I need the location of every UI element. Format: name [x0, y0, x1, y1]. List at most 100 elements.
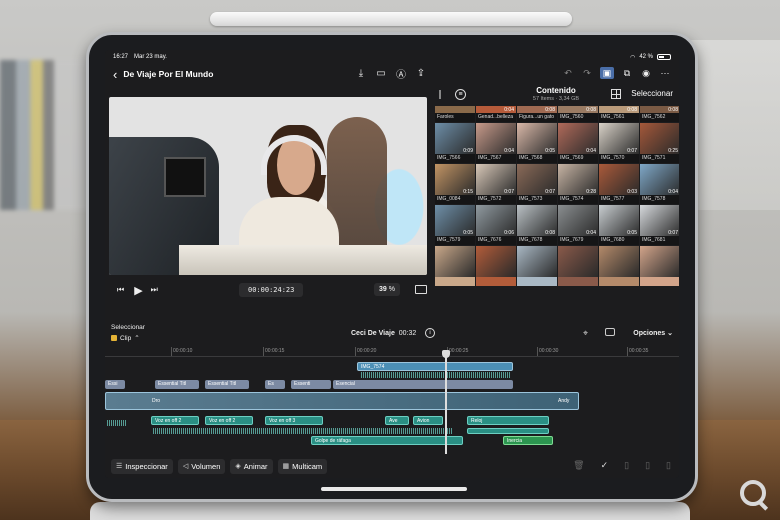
audio-clip[interactable]: Ave	[385, 416, 409, 425]
info-icon[interactable]: i	[425, 328, 435, 338]
project-info: Ceci De Viaje 00:32	[351, 330, 416, 337]
clip-name: IMG_7577	[599, 195, 639, 204]
camera-icon[interactable]: ▭	[375, 67, 387, 79]
title-clip[interactable]: Esencial	[333, 380, 513, 389]
clip-thumbnail[interactable]	[435, 246, 475, 286]
connected-clip[interactable]: IMG_7574	[357, 362, 513, 371]
clip-thumbnail[interactable]: 0:09 IMG_7566	[435, 123, 475, 163]
timeline-header: Seleccionar Clip ⌃ Ceci De Viaje 00:32 i …	[105, 324, 679, 346]
zoom-control[interactable]: 39 %	[374, 283, 400, 296]
trim-icon[interactable]: ▯	[666, 460, 671, 471]
viewer-options-icon[interactable]	[415, 285, 427, 294]
audio-clip-bar[interactable]	[467, 428, 549, 434]
previous-icon[interactable]: ⏮	[117, 285, 124, 295]
ruler-tick: 00:00:30	[536, 347, 559, 356]
photos-icon[interactable]: ▣	[600, 67, 614, 79]
voiceover-icon[interactable]: Ⓐ	[395, 67, 407, 81]
clip-thumbnail[interactable]: 0:05 IMG_7680	[599, 205, 639, 245]
status-bar: 16:27 Mar 23 may. ◠ 42 %	[105, 50, 679, 64]
options-label: Opciones	[633, 330, 666, 337]
clip-thumbnail[interactable]: 0:08 Figura...un gato	[517, 106, 557, 122]
clip-thumbnail[interactable]: 0:04 IMG_7567	[476, 123, 516, 163]
clip-thumbnail[interactable]: 0:15 IMG_0084	[435, 164, 475, 204]
effects-icon[interactable]: ◉	[640, 67, 652, 79]
audio-clip[interactable]: Voz en off 2	[151, 416, 199, 425]
clip-thumbnail[interactable]: 0:08 IMG_7678	[517, 205, 557, 245]
clip-thumbnail[interactable]	[599, 246, 639, 286]
clip-thumbnail[interactable]: 0:08 IMG_7560	[558, 106, 598, 122]
clip-thumbnail[interactable]: 0:08 IMG_7561	[599, 106, 639, 122]
back-icon[interactable]: ‹	[113, 67, 117, 82]
clip-name: IMG_7572	[476, 195, 516, 204]
clip-thumbnail[interactable]: 0:07 IMG_7570	[599, 123, 639, 163]
clip-thumbnail[interactable]: 0:25 IMG_7571	[640, 123, 679, 163]
undo-icon[interactable]: ↶	[562, 67, 574, 79]
clip-name: IMG_7562	[640, 113, 679, 122]
import-icon[interactable]: ⤓	[355, 67, 367, 79]
audio-clip[interactable]: Reloj	[467, 416, 549, 425]
volume-button[interactable]: ◁ Volumen	[177, 458, 226, 474]
nav-right-tools: ↶ ↷ ▣ ⧉ ◉ ⋯	[562, 67, 671, 79]
clip-thumbnail[interactable]: 0:28 IMG_7574	[558, 164, 598, 204]
clip-name: IMG_0084	[435, 195, 475, 204]
clip-thumbnail[interactable]: 0:07 IMG_7681	[640, 205, 679, 245]
ruler-tick: 00:00:20	[354, 347, 377, 356]
music-clip[interactable]: Inercia	[503, 436, 553, 445]
timeline-ruler[interactable]: 00:00:10 00:00:15 00:00:20 00:00:25 00:0…	[105, 347, 679, 357]
snapping-icon[interactable]: ⌖	[583, 328, 588, 339]
clip-thumbnail[interactable]	[558, 246, 598, 286]
clip-thumbnail[interactable]	[476, 246, 516, 286]
next-icon[interactable]: ⏭	[151, 285, 158, 295]
title-clip[interactable]: Essential Titl	[155, 380, 199, 389]
primary-storyline[interactable]: Dro Andy	[105, 392, 579, 410]
audio-clip[interactable]: Golpe de ráfaga	[311, 436, 463, 445]
clip-selector[interactable]: Clip ⌃	[111, 334, 140, 342]
seat-screen	[164, 157, 206, 197]
clip-thumbnail[interactable]: 0:04 IMG_7679	[558, 205, 598, 245]
clip-thumbnail[interactable]: 0:04 IMG_7578	[640, 164, 679, 204]
title-clip[interactable]: Essential Titl	[205, 380, 249, 389]
clip-thumbnail[interactable]: 0:05 IMG_7568	[517, 123, 557, 163]
audio-clip[interactable]: Voz en off 2	[205, 416, 253, 425]
background-shelf	[690, 40, 780, 210]
clip-thumbnail[interactable]: 0:04 IMG_7569	[558, 123, 598, 163]
clip-thumbnail[interactable]	[517, 246, 557, 286]
split-icon[interactable]: ▯	[624, 460, 629, 471]
trash-icon[interactable]: 🗑	[573, 460, 584, 471]
volume-label: Volumen	[191, 461, 221, 471]
multicam-button[interactable]: ▦ Multicam	[277, 458, 328, 474]
grid-view-icon[interactable]	[611, 89, 621, 99]
video-viewer[interactable]	[109, 97, 427, 275]
share-icon[interactable]: ⇪	[415, 67, 427, 79]
checkmark-icon[interactable]: ✓	[601, 460, 609, 471]
detach-icon[interactable]: ▯	[645, 460, 650, 471]
options-button[interactable]: Opciones ⌄	[633, 329, 673, 337]
inspector-button[interactable]: ☰ Inspeccionar	[111, 458, 173, 474]
title-clip[interactable]: Essi	[105, 380, 125, 389]
clip-thumbnail[interactable]: Faroles	[435, 106, 475, 122]
audio-clip[interactable]: Voz en off 3	[265, 416, 323, 425]
media-browser-icon[interactable]: ⧉	[621, 67, 633, 79]
clip-thumbnail[interactable]: 0:07 IMG_7573	[517, 164, 557, 204]
audio-clip[interactable]: Avion	[413, 416, 443, 425]
clip-name: IMG_7574	[558, 195, 598, 204]
clip-name: IMG_7561	[599, 113, 639, 122]
clip-thumbnail[interactable]: 0:08 IMG_7562	[640, 106, 679, 122]
animate-button[interactable]: ◈ Animar	[230, 458, 273, 474]
play-icon[interactable]: ▶	[134, 284, 142, 297]
timeline-view-icon[interactable]	[605, 328, 615, 336]
more-icon[interactable]: ⋯	[659, 67, 671, 79]
clip-thumbnail[interactable]: 0:06 IMG_7676	[476, 205, 516, 245]
redo-icon[interactable]: ↷	[581, 67, 593, 79]
clip-thumbnail[interactable]: 0:05 IMG_7579	[435, 205, 475, 245]
clip-thumbnail[interactable]: 0:03 IMG_7577	[599, 164, 639, 204]
clip-thumbnail[interactable]: 0:04 Genad...belleza	[476, 106, 516, 122]
clip-thumbnail[interactable]: 0:07 IMG_7572	[476, 164, 516, 204]
title-clip[interactable]: Es	[265, 380, 285, 389]
clip-name: IMG_7578	[640, 195, 679, 204]
clip-thumbnail[interactable]	[640, 246, 679, 286]
timecode-display[interactable]: 00:00:24:23	[239, 283, 304, 297]
title-clip[interactable]: Essenti	[291, 380, 331, 389]
zoom-value: 39	[379, 286, 387, 293]
select-button[interactable]: Seleccionar	[631, 89, 673, 98]
